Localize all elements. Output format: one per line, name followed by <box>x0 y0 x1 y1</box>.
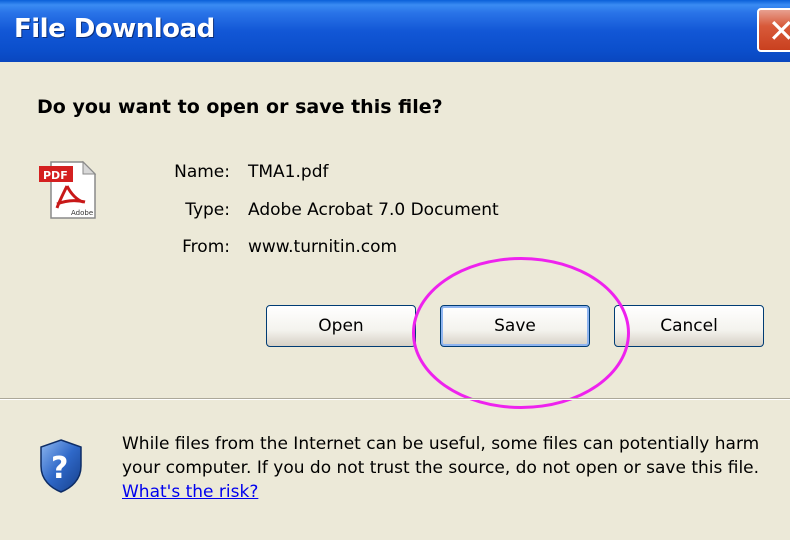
cancel-button[interactable]: Cancel <box>614 305 764 347</box>
whats-the-risk-link[interactable]: What's the risk? <box>122 482 258 502</box>
warning-text: While files from the Internet can be use… <box>122 434 760 478</box>
file-name: TMA1.pdf <box>248 162 329 182</box>
type-label: Type: <box>185 200 230 220</box>
name-label-cell: Name: <box>150 162 230 188</box>
pdf-file-icon: PDF Adobe <box>39 160 97 219</box>
name-label: Name: <box>174 162 230 182</box>
from-label: From: <box>182 237 230 257</box>
from-label-cell: From: <box>150 237 230 263</box>
open-button[interactable]: Open <box>266 305 416 347</box>
file-download-dialog: File Download ✕ Do you want to open or s… <box>0 0 790 540</box>
type-label-cell: Type: <box>150 200 230 226</box>
file-source: www.turnitin.com <box>248 237 398 257</box>
svg-text:Adobe: Adobe <box>71 209 93 217</box>
security-warning: While files from the Internet can be use… <box>122 432 782 504</box>
close-icon: ✕ <box>768 12 790 50</box>
window-title: File Download <box>14 14 215 44</box>
name-value-cell: TMA1.pdf <box>248 162 648 188</box>
svg-text:?: ? <box>51 451 68 486</box>
close-button[interactable]: ✕ <box>757 8 790 52</box>
security-shield-question-icon: ? <box>40 439 82 493</box>
file-type: Adobe Acrobat 7.0 Document <box>248 200 499 220</box>
title-bar[interactable]: File Download ✕ <box>0 0 790 62</box>
type-value-cell: Adobe Acrobat 7.0 Document <box>248 200 648 226</box>
divider <box>0 398 790 400</box>
dialog-question: Do you want to open or save this file? <box>37 96 443 118</box>
save-highlight-circle <box>412 257 630 409</box>
from-value-cell: www.turnitin.com <box>248 237 648 263</box>
svg-text:PDF: PDF <box>43 169 68 182</box>
